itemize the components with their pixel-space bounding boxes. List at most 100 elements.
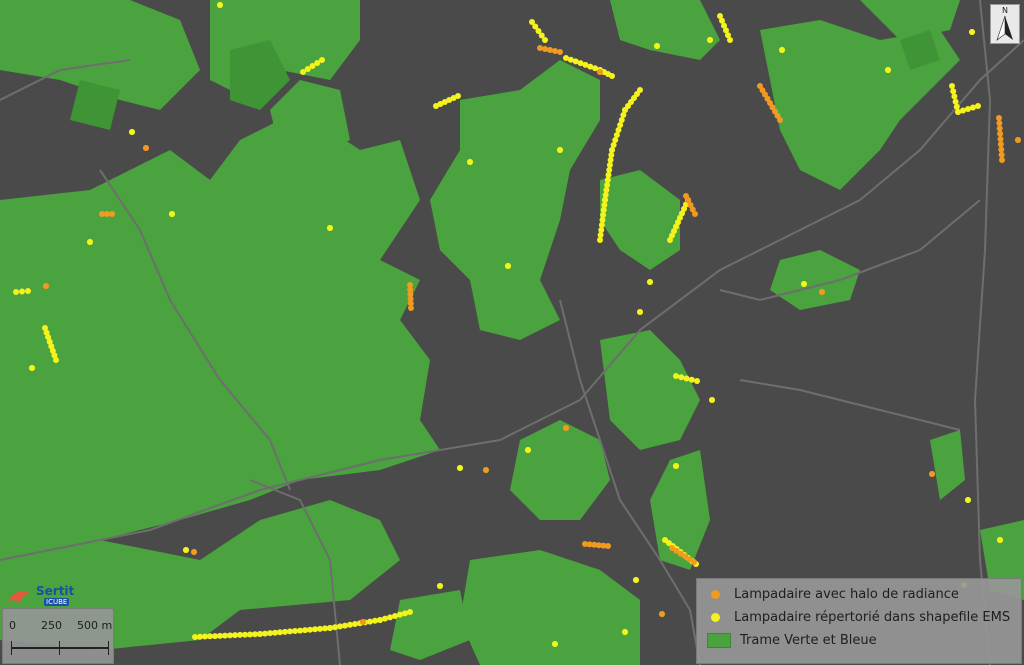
streetlight-dot: [673, 373, 679, 379]
streetlight-dot: [1015, 137, 1021, 143]
streetlight-dot: [19, 288, 25, 295]
streetlight-dot: [654, 43, 660, 49]
streetlight-dot: [437, 583, 443, 589]
streetlight-dot: [997, 136, 1004, 142]
streetlight-dot: [542, 37, 548, 43]
streetlight-dot: [372, 617, 378, 624]
streetlight-dot: [552, 641, 558, 647]
streetlight-dot: [29, 365, 35, 371]
streetlight-dot: [87, 239, 93, 245]
legend-label: Trame Verte et Bleue: [740, 632, 877, 648]
streetlight-dot: [327, 225, 333, 231]
scale-bar: 0 250 500 m: [2, 608, 114, 664]
orange-dot-icon: [711, 589, 720, 599]
streetlight-dot: [552, 48, 558, 54]
streetlight-dot: [13, 289, 19, 295]
streetlight-dot: [683, 375, 690, 382]
streetlight-dot: [457, 465, 463, 471]
streetlight-dot: [597, 69, 603, 75]
streetlight-dot: [998, 151, 1005, 158]
streetlight-dot: [483, 467, 489, 473]
streetlight-dot: [997, 141, 1004, 148]
streetlight-dot: [352, 621, 358, 627]
streetlight-dot: [998, 146, 1005, 153]
yellow-dot-icon: [711, 612, 720, 622]
streetlight-dot: [885, 67, 891, 73]
streetlight-dot: [609, 73, 615, 79]
streetlight-dot: [777, 117, 783, 123]
streetlight-dot: [622, 629, 628, 635]
streetlight-dot: [347, 621, 353, 628]
streetlight-dot: [637, 309, 643, 315]
streetlight-dot: [542, 46, 548, 52]
streetlight-dot: [43, 283, 49, 289]
logo-icon: [8, 591, 30, 603]
streetlight-dot: [969, 29, 975, 35]
streetlight-dot: [537, 45, 543, 51]
streetlight-dot: [25, 288, 31, 294]
streetlight-dot: [557, 49, 563, 55]
sertit-logo: Sertit ICUBE: [6, 582, 74, 610]
streetlight-dot: [217, 2, 223, 8]
streetlight-dot: [727, 37, 733, 43]
streetlight-dot: [525, 447, 531, 453]
streetlight-dot: [975, 103, 981, 109]
north-arrow: N: [990, 4, 1020, 44]
streetlight-dot: [965, 497, 971, 503]
streetlight-dot: [688, 376, 695, 383]
streetlight-dot: [408, 305, 414, 311]
green-swatch-icon: [707, 632, 731, 648]
north-arrow-icon: [996, 15, 1013, 41]
streetlight-dot: [109, 211, 115, 217]
streetlight-dot: [129, 129, 135, 135]
streetlight-dot: [950, 88, 957, 95]
streetlight-dot: [637, 87, 643, 93]
streetlight-dot: [53, 357, 59, 363]
streetlight-dot: [455, 93, 461, 99]
streetlight-dot: [407, 609, 413, 615]
streetlight-dot: [557, 147, 563, 153]
scale-tick-0: [11, 641, 12, 655]
streetlight-dot: [337, 623, 343, 630]
scale-label-0: 0: [9, 619, 16, 632]
streetlight-dot: [191, 549, 197, 555]
streetlight-dot: [819, 289, 825, 295]
streetlight-dot: [633, 577, 639, 583]
streetlight-dot: [342, 622, 348, 629]
streetlight-dot: [801, 281, 807, 287]
streetlight-dot: [952, 98, 959, 105]
streetlight-dot: [319, 57, 325, 63]
streetlight-dot: [999, 157, 1005, 163]
streetlight-dot: [692, 211, 698, 217]
streetlight-dot: [707, 37, 713, 43]
streetlight-dot: [360, 619, 366, 625]
streetlight-dot: [997, 537, 1003, 543]
legend-item-green: Trame Verte et Bleue: [707, 629, 877, 651]
streetlight-dot: [951, 93, 958, 100]
streetlight-dot: [996, 115, 1002, 121]
streetlight-dot: [183, 547, 189, 553]
streetlight-dot: [143, 145, 149, 151]
streetlight-dot: [779, 47, 785, 53]
map-legend: Lampadaire avec halo de radiance Lampada…: [696, 578, 1022, 664]
logo-sub: ICUBE: [44, 598, 70, 606]
streetlight-dot: [709, 397, 715, 403]
streetlight-dot: [647, 279, 653, 285]
scale-label-250: 250: [41, 619, 62, 632]
streetlight-dot: [467, 159, 473, 165]
scale-tick-500: [108, 641, 109, 655]
streetlight-dot: [949, 83, 955, 89]
streetlight-dot: [169, 211, 175, 217]
legend-item-orange: Lampadaire avec halo de radiance: [707, 583, 959, 605]
streetlight-dot: [929, 471, 935, 477]
streetlight-dot: [505, 263, 511, 269]
streetlight-dot: [327, 625, 333, 631]
legend-label: Lampadaire répertorié dans shapefile EMS: [734, 609, 1011, 625]
streetlight-dot: [996, 120, 1003, 127]
scale-label-500: 500 m: [77, 619, 113, 632]
map-canvas[interactable]: [0, 0, 1024, 665]
streetlight-dot: [953, 103, 960, 110]
streetlight-dot: [659, 611, 665, 617]
legend-label: Lampadaire avec halo de radiance: [734, 586, 959, 602]
streetlight-dot: [997, 130, 1004, 137]
